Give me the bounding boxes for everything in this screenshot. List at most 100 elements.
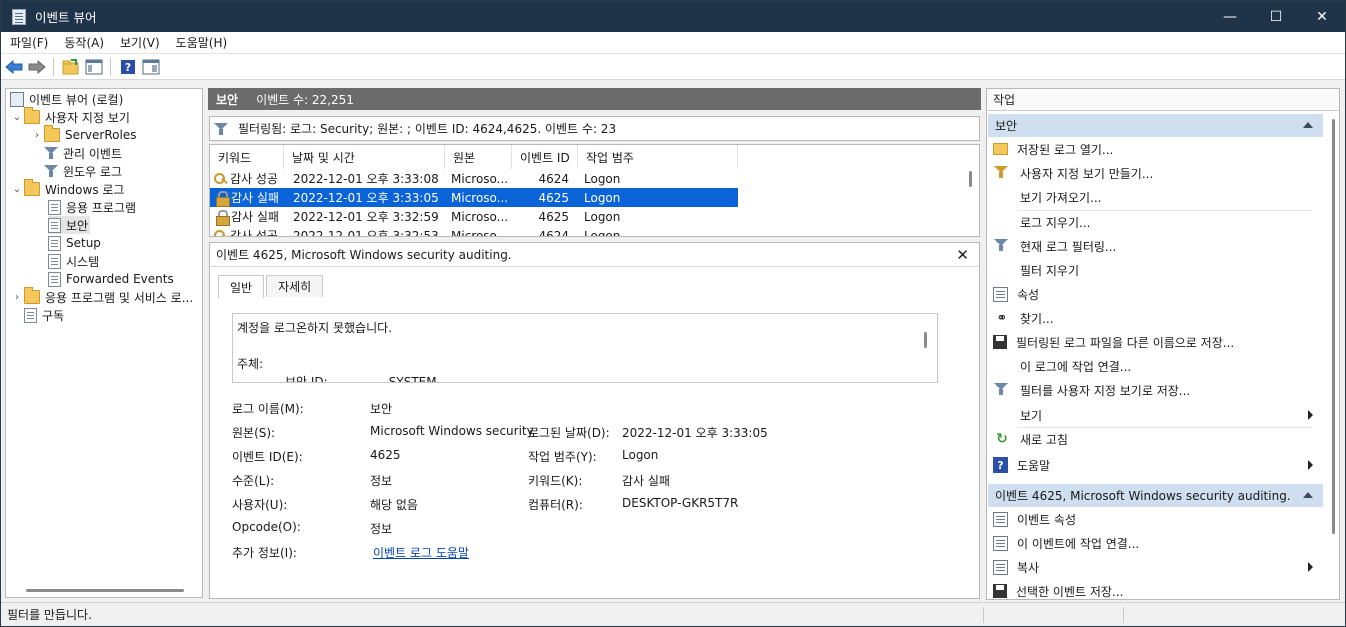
collapse-icon[interactable] <box>1303 492 1313 498</box>
tree-item-subscriptions[interactable]: 구독 <box>24 306 64 324</box>
field-value: 4625 <box>370 448 401 462</box>
action-clear-filter[interactable]: 필터 지우기 <box>987 259 1323 281</box>
menu-view[interactable]: 보기(V) <box>111 34 167 51</box>
vertical-scrollbar[interactable] <box>924 332 927 348</box>
column-header-task-category[interactable]: 작업 범주 <box>578 145 738 169</box>
table-row[interactable]: 감사 실패 2022-12-01 오후 3:33:05 Microso... 4… <box>210 188 738 207</box>
field-label: 원본(S): <box>232 426 276 440</box>
actions-section-security[interactable]: 보안 <box>988 114 1323 137</box>
forward-arrow-icon[interactable] <box>27 57 47 77</box>
action-label: 복사 <box>1017 560 1040 575</box>
action-open-saved-log[interactable]: 저장된 로그 열기... <box>987 138 1323 160</box>
tab-general[interactable]: 일반 <box>218 275 265 298</box>
tree-item-security[interactable]: 보안 <box>48 216 91 234</box>
action-label: 필터 지우기 <box>1020 263 1080 278</box>
row-datetime: 2022-12-01 오후 3:33:08 <box>293 172 439 186</box>
action-filter-current-log[interactable]: 현재 로그 필터링... <box>987 235 1323 257</box>
action-clear-log[interactable]: 로그 지우기... <box>987 211 1323 233</box>
folder-icon <box>24 179 40 196</box>
close-icon[interactable]: ✕ <box>956 246 969 264</box>
menu-help[interactable]: 도움말(H) <box>167 34 235 51</box>
help-icon[interactable]: ? <box>118 57 138 77</box>
action-create-custom-view[interactable]: 사용자 지정 보기 만들기... <box>987 162 1323 184</box>
collapse-icon[interactable] <box>1303 122 1313 128</box>
table-row[interactable]: 감사 실패 2022-12-01 오후 3:32:59 Microso... 4… <box>210 207 738 226</box>
actions-section-event[interactable]: 이벤트 4625, Microsoft Windows security aud… <box>988 484 1323 507</box>
log-name: 보안 <box>216 92 239 107</box>
action-help[interactable]: ? 도움말 <box>987 454 1323 476</box>
chevron-right-icon[interactable]: › <box>30 130 44 141</box>
lock-icon <box>216 190 230 207</box>
blank-icon <box>993 262 1011 278</box>
status-divider <box>983 607 984 623</box>
column-header-keyword[interactable]: 키워드 <box>210 145 284 169</box>
column-header-source[interactable]: 원본 <box>445 145 512 169</box>
filter-icon <box>44 146 58 160</box>
chevron-right-icon[interactable]: › <box>10 292 24 303</box>
action-label: 사용자 지정 보기 만들기... <box>1020 166 1154 181</box>
event-detail-pane: 이벤트 4625, Microsoft Windows security aud… <box>209 242 980 599</box>
log-icon <box>48 271 61 287</box>
action-attach-task-to-log[interactable]: 이 로그에 작업 연결... <box>987 355 1323 377</box>
table-row[interactable]: 감사 성공 2022-12-01 오후 3:32:53 Microso... 4… <box>210 226 738 236</box>
lock-icon <box>216 209 230 226</box>
row-event-id: 4624 <box>538 171 569 186</box>
tree-item-application[interactable]: 응용 프로그램 <box>48 198 136 216</box>
back-arrow-icon[interactable] <box>4 57 24 77</box>
action-attach-task-to-event[interactable]: 이 이벤트에 작업 연결... <box>987 532 1323 554</box>
console-view-icon[interactable] <box>84 57 104 77</box>
action-save-selected-events[interactable]: 선택한 이벤트 저장... <box>987 580 1323 599</box>
tree-item-windows-logs[interactable]: ⌄ Windows 로그 <box>10 179 124 198</box>
row-event-id: 4625 <box>538 190 569 205</box>
action-find[interactable]: ⚭ 찾기... <box>987 307 1323 329</box>
tree-item-windows-log-view[interactable]: 윈도우 로그 <box>44 162 122 180</box>
action-event-properties[interactable]: 이벤트 속성 <box>987 508 1323 530</box>
key-icon <box>214 229 228 236</box>
horizontal-scrollbar[interactable] <box>26 589 184 592</box>
filter-bar: 필터링됨: 로그: Security; 원본: ; 이벤트 ID: 4624,4… <box>209 116 980 141</box>
event-viewer-icon <box>10 91 24 107</box>
action-import-view[interactable]: 보기 가져오기... <box>987 186 1323 208</box>
menu-file[interactable]: 파일(F) <box>1 34 55 51</box>
section-label: 보안 <box>995 119 1018 133</box>
column-header-datetime[interactable]: 날짜 및 시간 <box>284 145 445 169</box>
action-pane-icon[interactable] <box>141 57 161 77</box>
tree-item-label: 이벤트 뷰어 (로컬) <box>29 92 124 107</box>
field-label: 이벤트 ID(E): <box>232 450 303 464</box>
menu-action[interactable]: 동작(A) <box>55 34 111 51</box>
event-viewer-app-icon <box>12 8 26 25</box>
column-header-event-id[interactable]: 이벤트 ID <box>512 145 578 169</box>
vertical-scrollbar[interactable] <box>969 171 972 187</box>
action-view[interactable]: 보기 <box>987 404 1323 426</box>
action-save-filter-as-view[interactable]: 필터를 사용자 지정 보기로 저장... <box>987 379 1323 401</box>
status-text: 필터를 만듭니다. <box>7 608 92 622</box>
tree-item-apps-services[interactable]: › 응용 프로그램 및 서비스 로... <box>10 287 193 306</box>
tree-item-admin-events[interactable]: 관리 이벤트 <box>44 144 122 162</box>
action-label: 보기 가져오기... <box>1020 190 1102 205</box>
chevron-down-icon[interactable]: ⌄ <box>10 112 24 123</box>
actions-pane: 작업 보안 저장된 로그 열기... 사용자 지정 보기 만들기... 보기 가… <box>986 88 1340 600</box>
tree-item-root[interactable]: 이벤트 뷰어 (로컬) <box>10 90 123 108</box>
tree-item-system[interactable]: 시스템 <box>48 252 99 270</box>
close-button[interactable]: ✕ <box>1299 1 1345 32</box>
maximize-button[interactable]: ☐ <box>1253 1 1299 32</box>
action-save-filtered-log[interactable]: 필터링된 로그 파일을 다른 이름으로 저장... <box>987 331 1323 353</box>
row-keyword: 감사 성공 <box>230 172 278 186</box>
chevron-down-icon[interactable]: ⌄ <box>10 184 24 195</box>
event-log-help-link[interactable]: 이벤트 로그 도움말 <box>373 544 469 561</box>
action-copy[interactable]: 복사 <box>987 556 1323 578</box>
tab-details[interactable]: 자세히 <box>266 275 324 297</box>
action-refresh[interactable]: ↻ 새로 고침 <box>987 428 1323 450</box>
tree-item-custom-views[interactable]: ⌄ 사용자 지정 보기 <box>10 107 130 126</box>
minimize-button[interactable]: — <box>1207 1 1253 32</box>
detail-tabs: 일반 자세히 <box>218 275 325 298</box>
vertical-scrollbar[interactable] <box>1332 119 1335 534</box>
action-properties[interactable]: 속성 <box>987 283 1323 305</box>
tree-item-forwarded-events[interactable]: Forwarded Events <box>48 270 174 288</box>
open-folder-icon[interactable] <box>61 57 81 77</box>
tree-item-setup[interactable]: Setup <box>48 234 101 252</box>
event-table: 키워드 날짜 및 시간 원본 이벤트 ID 작업 범주 감사 성공 2022-1… <box>209 144 980 237</box>
log-icon <box>48 217 61 233</box>
tree-item-server-roles[interactable]: › ServerRoles <box>30 125 136 144</box>
table-row[interactable]: 감사 성공 2022-12-01 오후 3:33:08 Microso... 4… <box>210 169 738 188</box>
